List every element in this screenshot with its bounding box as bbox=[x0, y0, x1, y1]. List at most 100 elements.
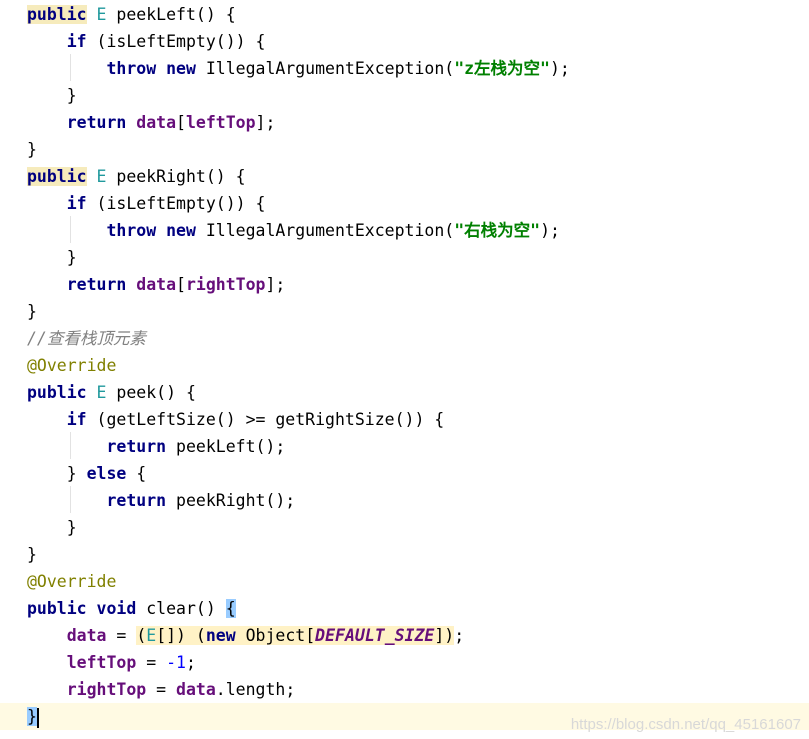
code-text: peekLeft() { bbox=[106, 5, 236, 24]
matched-brace: } bbox=[27, 707, 37, 726]
code-line: } bbox=[0, 514, 809, 541]
code-text: peek() { bbox=[106, 383, 196, 402]
keyword-public: public bbox=[27, 599, 87, 618]
keyword-new: new bbox=[166, 221, 196, 240]
code-text: .length; bbox=[215, 680, 296, 699]
code-text: ( bbox=[136, 626, 147, 645]
watermark: https://blog.csdn.net/qq_45161607 bbox=[570, 716, 801, 733]
code-line: @Override bbox=[0, 568, 809, 595]
keyword-return: return bbox=[66, 113, 127, 132]
type-param: E bbox=[96, 167, 107, 186]
code-line: public void clear() { bbox=[0, 595, 809, 622]
keyword-new: new bbox=[166, 59, 196, 78]
code-line: if (isLeftEmpty()) { bbox=[0, 190, 809, 217]
code-line: return data[rightTop]; bbox=[0, 271, 809, 298]
code-text: peekRight() { bbox=[106, 167, 246, 186]
field-ref: leftTop bbox=[66, 653, 137, 672]
keyword-return: return bbox=[106, 437, 167, 456]
closing-brace: } bbox=[66, 518, 77, 537]
text-caret bbox=[36, 707, 39, 728]
code-text: ; bbox=[185, 653, 196, 672]
code-text: ]; bbox=[255, 113, 276, 132]
code-text: (isLeftEmpty()) { bbox=[86, 32, 266, 51]
code-line: public E peek() { bbox=[0, 379, 809, 406]
code-text: peekLeft(); bbox=[166, 437, 286, 456]
code-text: IllegalArgumentException( bbox=[195, 221, 455, 240]
keyword-void: void bbox=[96, 599, 137, 618]
code-text: [ bbox=[176, 113, 186, 132]
code-text: { bbox=[126, 464, 147, 483]
code-text: } bbox=[66, 464, 87, 483]
code-text: = bbox=[146, 680, 177, 699]
code-line: data = (E[]) (new Object[DEFAULT_SIZE]); bbox=[0, 622, 809, 649]
keyword-public: public bbox=[27, 167, 87, 186]
code-line: } bbox=[0, 541, 809, 568]
keyword-if: if bbox=[66, 194, 87, 213]
code-text: ]) bbox=[434, 626, 455, 645]
string-literal: "右栈为空" bbox=[454, 221, 541, 240]
code-line: @Override bbox=[0, 352, 809, 379]
closing-brace: } bbox=[66, 248, 77, 267]
closing-brace: } bbox=[66, 86, 77, 105]
code-line: leftTop = -1; bbox=[0, 649, 809, 676]
code-text: ; bbox=[454, 626, 465, 645]
annotation: @Override bbox=[27, 356, 117, 375]
keyword-if: if bbox=[66, 32, 87, 51]
keyword-throw: throw bbox=[106, 59, 157, 78]
code-line: throw new IllegalArgumentException("右栈为空… bbox=[0, 217, 809, 244]
code-text: (getLeftSize() >= getRightSize()) { bbox=[86, 410, 445, 429]
type-param: E bbox=[146, 626, 157, 645]
annotation: @Override bbox=[27, 572, 117, 591]
code-line: throw new IllegalArgumentException("z左栈为… bbox=[0, 55, 809, 82]
code-line: public E peekRight() { bbox=[0, 163, 809, 190]
code-line: } bbox=[0, 298, 809, 325]
code-line: rightTop = data.length; bbox=[0, 676, 809, 703]
keyword-public: public bbox=[27, 5, 87, 24]
keyword-throw: throw bbox=[106, 221, 157, 240]
code-text: Object[ bbox=[235, 626, 316, 645]
keyword-return: return bbox=[66, 275, 127, 294]
code-line: } bbox=[0, 136, 809, 163]
code-text: (isLeftEmpty()) { bbox=[86, 194, 266, 213]
code-text: [ bbox=[176, 275, 186, 294]
code-line: return data[leftTop]; bbox=[0, 109, 809, 136]
keyword-if: if bbox=[66, 410, 87, 429]
field-ref: rightTop bbox=[66, 680, 147, 699]
code-text: clear() bbox=[136, 599, 226, 618]
closing-brace: } bbox=[27, 302, 37, 321]
keyword-return: return bbox=[106, 491, 167, 510]
code-line: } bbox=[0, 82, 809, 109]
code-line: } else { bbox=[0, 460, 809, 487]
code-text: IllegalArgumentException( bbox=[195, 59, 455, 78]
string-literal: "z左栈为空" bbox=[454, 59, 550, 78]
code-line: if (isLeftEmpty()) { bbox=[0, 28, 809, 55]
keyword-else: else bbox=[86, 464, 127, 483]
code-line: public E peekLeft() { bbox=[0, 1, 809, 28]
comment: //查看栈顶元素 bbox=[27, 329, 146, 348]
code-line: if (getLeftSize() >= getRightSize()) { bbox=[0, 406, 809, 433]
matched-brace: { bbox=[225, 599, 236, 618]
code-text: ]; bbox=[265, 275, 286, 294]
code-editor[interactable]: public E peekLeft() { if (isLeftEmpty())… bbox=[0, 0, 809, 739]
field-ref: leftTop bbox=[185, 113, 256, 132]
code-line: return peekRight(); bbox=[0, 487, 809, 514]
type-param: E bbox=[96, 5, 107, 24]
field-ref: data bbox=[66, 626, 107, 645]
code-text: peekRight(); bbox=[166, 491, 296, 510]
field-ref: data bbox=[176, 680, 216, 699]
code-text: ); bbox=[550, 59, 570, 78]
type-param: E bbox=[96, 383, 107, 402]
number-literal: -1 bbox=[166, 653, 186, 672]
field-ref: rightTop bbox=[185, 275, 266, 294]
code-text: ); bbox=[540, 221, 560, 240]
keyword-new: new bbox=[205, 626, 236, 645]
code-line: //查看栈顶元素 bbox=[0, 325, 809, 352]
closing-brace: } bbox=[27, 140, 37, 159]
keyword-public: public bbox=[27, 383, 87, 402]
field-ref: data bbox=[136, 113, 177, 132]
field-ref: data bbox=[136, 275, 177, 294]
code-line: return peekLeft(); bbox=[0, 433, 809, 460]
constant-ref: DEFAULT_SIZE bbox=[315, 626, 435, 645]
code-text: = bbox=[136, 653, 167, 672]
code-line: } bbox=[0, 244, 809, 271]
